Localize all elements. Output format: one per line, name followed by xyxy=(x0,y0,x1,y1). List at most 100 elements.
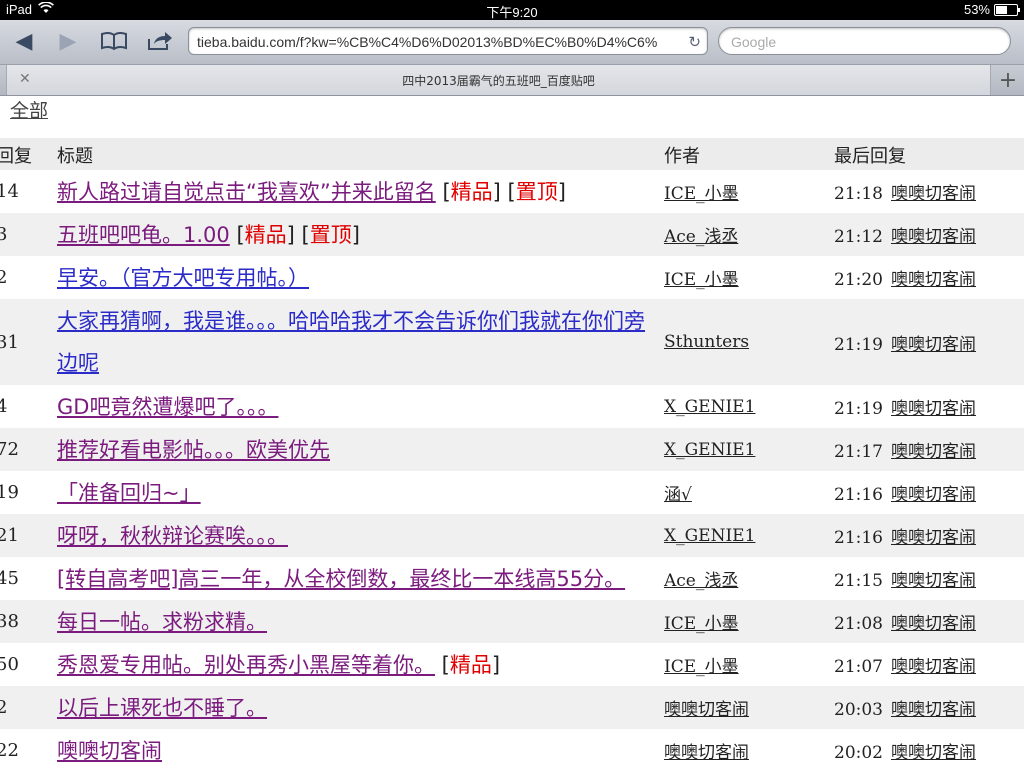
thread-tag: [精品] xyxy=(435,179,501,204)
thread-title-cell: 以后上课死也不睡了。 xyxy=(57,686,649,729)
last-reply-time: 21:20 xyxy=(834,270,883,290)
author-cell: ICE_小墨 xyxy=(649,643,834,686)
thread-title-cell: 呀呀，秋秋辩论赛唉。。。 xyxy=(57,514,649,557)
thread-title-cell: 新人路过请自觉点击“我喜欢”并来此留名 [精品] [置顶] xyxy=(57,170,649,213)
reply-count: 45 xyxy=(0,568,19,589)
thread-title-link[interactable]: 秀恩爱专用帖。别处再秀小黑屋等着你。 xyxy=(57,653,435,677)
author-link[interactable]: ICE_小墨 xyxy=(664,614,739,634)
reload-icon[interactable]: ↻ xyxy=(688,28,701,54)
new-tab-plus-icon[interactable]: + xyxy=(992,65,1024,95)
last-reply-user-link[interactable]: 噢噢切客闹 xyxy=(891,442,976,462)
reply-count: 31 xyxy=(0,331,19,353)
author-link[interactable]: Sthunters xyxy=(664,332,749,352)
last-reply-user-link[interactable]: 噢噢切客闹 xyxy=(891,743,976,763)
last-reply-user-link[interactable]: 噢噢切客闹 xyxy=(891,399,976,419)
author-link[interactable]: 涵√ xyxy=(664,485,692,505)
search-field[interactable]: Google xyxy=(718,27,1011,55)
last-reply-time: 21:19 xyxy=(834,399,883,419)
table-row: 38 每日一帖。求粉求精。 ICE_小墨 21:08 噢噢切客闹 xyxy=(0,600,1024,643)
author-link[interactable]: ICE_小墨 xyxy=(664,270,739,290)
thread-tag-label: 置顶 xyxy=(309,222,352,247)
last-reply-user-link[interactable]: 噢噢切客闹 xyxy=(891,485,976,505)
last-reply-cell: 21:16 噢噢切客闹 xyxy=(834,471,1024,514)
clock: 下午9:20 xyxy=(486,5,538,20)
header-last-reply: 最后回复 xyxy=(834,146,906,167)
thread-title-link[interactable]: 大家再猜啊，我是谁。。。哈哈哈我才不会告诉你们我就在你们旁边呢 xyxy=(57,309,645,375)
author-link[interactable]: X_GENIE1 xyxy=(664,526,755,546)
last-reply-time: 21:16 xyxy=(834,485,883,505)
thread-title-link[interactable]: 新人路过请自觉点击“我喜欢”并来此留名 xyxy=(57,180,436,204)
last-reply-cell: 21:15 噢噢切客闹 xyxy=(834,557,1024,600)
last-reply-user-link[interactable]: 噢噢切客闹 xyxy=(891,184,976,204)
author-cell: ICE_小墨 xyxy=(649,170,834,213)
url-text: tieba.baidu.com/f?kw=%CB%C4%D6%D02013%BD… xyxy=(197,34,658,50)
thread-title-link[interactable]: 五班吧吧龟。1.00 xyxy=(57,223,230,247)
author-link[interactable]: Ace_浅丞 xyxy=(664,227,738,247)
table-row: 72 推荐好看电影帖。。。欧美优先 X_GENIE1 21:17 噢噢切客闹 xyxy=(0,428,1024,471)
thread-title-cell: 推荐好看电影帖。。。欧美优先 xyxy=(57,428,649,471)
page-content: 全部 回复 标题 作者 最后回复 14 新人路过请自觉点击“我喜欢”并来此留名 [… xyxy=(0,96,1024,768)
thread-title-link[interactable]: 噢噢切客闹 xyxy=(57,739,162,763)
thread-title-link[interactable]: 每日一帖。求粉求精。 xyxy=(57,610,267,634)
tab-active[interactable]: ✕ 四中2013届霸气的五班吧_百度贴吧 xyxy=(6,65,991,95)
last-reply-time: 21:08 xyxy=(834,614,883,634)
author-link[interactable]: X_GENIE1 xyxy=(664,397,755,417)
header-replies: 回复 xyxy=(0,146,32,167)
thread-tag-label: 精品 xyxy=(449,652,492,677)
last-reply-user-link[interactable]: 噢噢切客闹 xyxy=(891,528,976,548)
last-reply-cell: 21:12 噢噢切客闹 xyxy=(834,213,1024,256)
author-link[interactable]: X_GENIE1 xyxy=(664,440,755,460)
table-row: 2 早安。（官方大吧专用帖。） ICE_小墨 21:20 噢噢切客闹 xyxy=(0,256,1024,299)
thread-title-link[interactable]: 推荐好看电影帖。。。欧美优先 xyxy=(57,438,330,462)
author-link[interactable]: ICE_小墨 xyxy=(664,184,739,204)
forward-arrow-icon[interactable]: ▶ xyxy=(50,26,86,56)
author-link[interactable]: 噢噢切客闹 xyxy=(664,743,749,763)
thread-title-link[interactable]: [转自高考吧]高三一年，从全校倒数，最终比一本线高55分。 xyxy=(57,567,625,591)
reply-count: 22 xyxy=(0,740,19,761)
last-reply-cell: 21:19 噢噢切客闹 xyxy=(834,299,1024,385)
thread-title-cell: [转自高考吧]高三一年，从全校倒数，最终比一本线高55分。 xyxy=(57,557,649,600)
url-field[interactable]: tieba.baidu.com/f?kw=%CB%C4%D6%D02013%BD… xyxy=(188,27,708,55)
last-reply-cell: 21:08 噢噢切客闹 xyxy=(834,600,1024,643)
last-reply-cell: 21:20 噢噢切客闹 xyxy=(834,256,1024,299)
reply-count: 2 xyxy=(0,267,8,288)
back-arrow-icon[interactable]: ◀ xyxy=(6,26,42,56)
header-title: 标题 xyxy=(57,146,93,167)
browser-toolbar: ◀ ▶ tieba.baidu.com/f?kw=%CB%C4%D6%D0201… xyxy=(0,20,1024,65)
author-cell: X_GENIE1 xyxy=(649,428,834,471)
last-reply-user-link[interactable]: 噢噢切客闹 xyxy=(891,227,976,247)
author-cell: 涵√ xyxy=(649,471,834,514)
bookmarks-book-icon[interactable] xyxy=(96,26,132,56)
battery-percent: 53% xyxy=(963,2,990,17)
author-link[interactable]: 噢噢切客闹 xyxy=(664,700,749,720)
thread-title-link[interactable]: 呀呀，秋秋辩论赛唉。。。 xyxy=(57,524,288,548)
author-cell: 噢噢切客闹 xyxy=(649,729,834,768)
last-reply-cell: 21:07 噢噢切客闹 xyxy=(834,643,1024,686)
last-reply-user-link[interactable]: 噢噢切客闹 xyxy=(891,571,976,591)
last-reply-cell: 21:16 噢噢切客闹 xyxy=(834,514,1024,557)
thread-tag: [置顶] xyxy=(500,179,566,204)
thread-title-link[interactable]: 以后上课死也不睡了。 xyxy=(57,696,267,720)
author-link[interactable]: ICE_小墨 xyxy=(664,657,739,677)
last-reply-user-link[interactable]: 噢噢切客闹 xyxy=(891,700,976,720)
last-reply-user-link[interactable]: 噢噢切客闹 xyxy=(891,657,976,677)
table-row: 19 「准备回归~」 涵√ 21:16 噢噢切客闹 xyxy=(0,471,1024,514)
all-threads-link[interactable]: 全部 xyxy=(10,96,48,123)
battery-icon xyxy=(994,3,1020,16)
reply-count: 3 xyxy=(0,224,8,245)
thread-title-link[interactable]: 「准备回归~」 xyxy=(57,481,201,505)
last-reply-user-link[interactable]: 噢噢切客闹 xyxy=(891,270,976,290)
reply-count: 19 xyxy=(0,482,19,503)
thread-title-link[interactable]: GD吧竟然遭爆吧了。。。 xyxy=(57,395,278,419)
reply-count: 4 xyxy=(0,396,8,417)
last-reply-user-link[interactable]: 噢噢切客闹 xyxy=(891,335,976,355)
last-reply-cell: 20:03 噢噢切客闹 xyxy=(834,686,1024,729)
share-icon[interactable] xyxy=(142,26,178,56)
author-link[interactable]: Ace_浅丞 xyxy=(664,571,738,591)
thread-title-cell: 五班吧吧龟。1.00 [精品] [置顶] xyxy=(57,213,649,256)
last-reply-user-link[interactable]: 噢噢切客闹 xyxy=(891,614,976,634)
author-cell: Ace_浅丞 xyxy=(649,557,834,600)
thread-title-cell: 噢噢切客闹 xyxy=(57,729,649,768)
thread-title-cell: GD吧竟然遭爆吧了。。。 xyxy=(57,385,649,428)
thread-title-link[interactable]: 早安。（官方大吧专用帖。） xyxy=(57,266,309,290)
